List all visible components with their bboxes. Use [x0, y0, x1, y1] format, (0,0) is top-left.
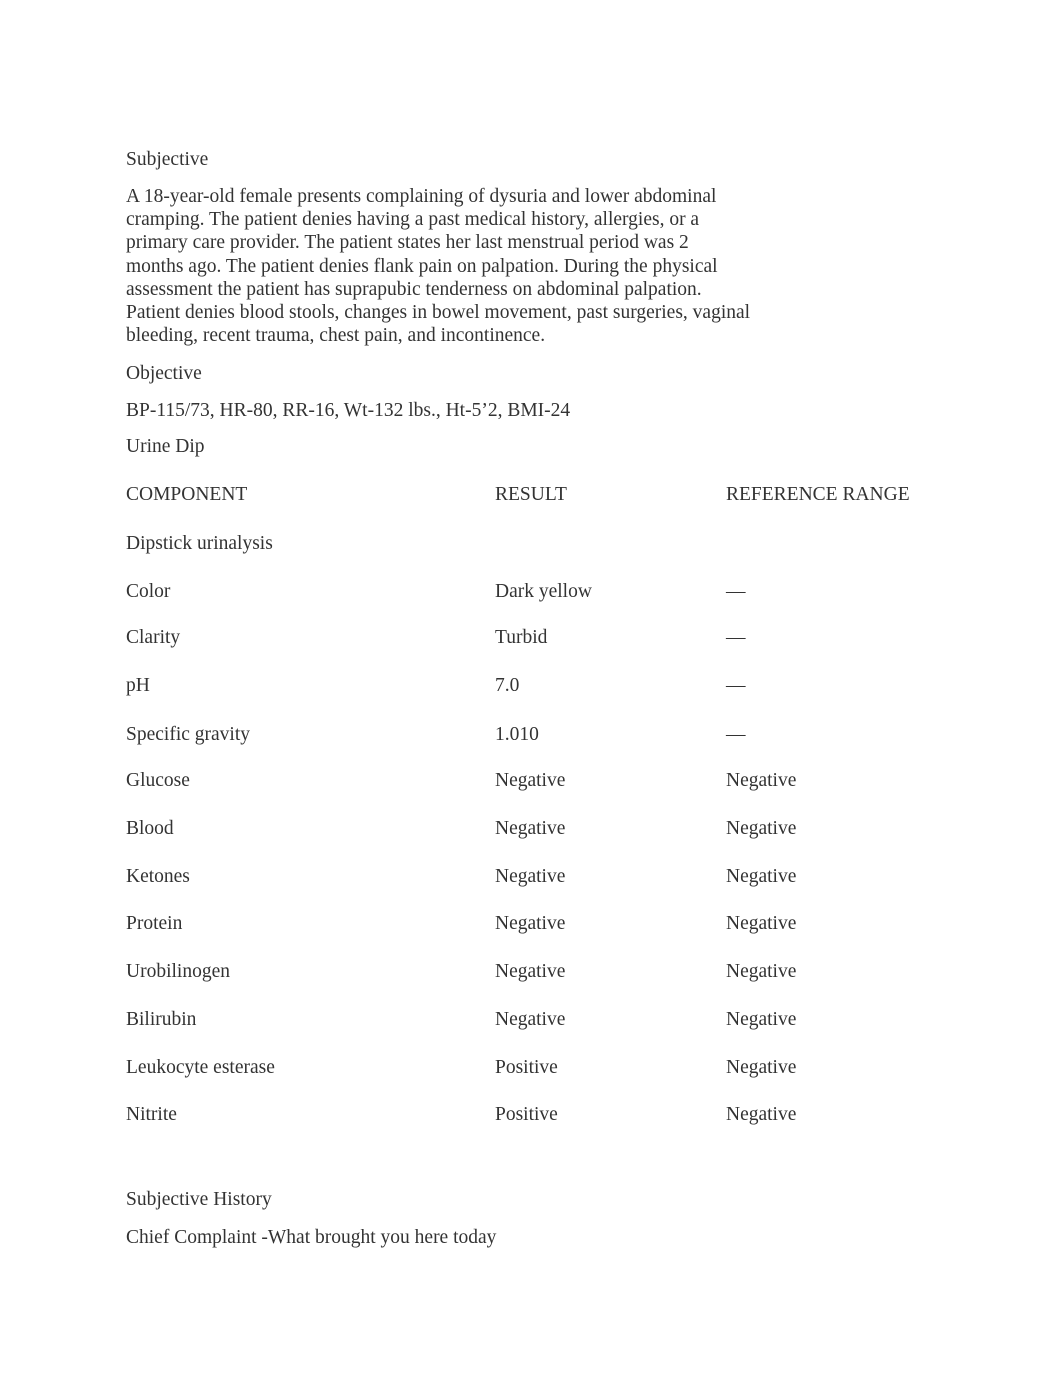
table-row: Nitrite Positive Negative — [126, 1103, 946, 1126]
table-row: Bilirubin Negative Negative — [126, 1008, 946, 1031]
row-reference: Negative — [726, 913, 797, 934]
row-component: Urobilinogen — [126, 961, 230, 982]
paragraph-line: A 18-year-old female presents complainin… — [126, 186, 717, 207]
row-component: Clarity — [126, 627, 181, 648]
paragraph-line: bleeding, recent trauma, chest pain, and… — [126, 325, 546, 347]
table-row: Blood Negative Negative — [126, 817, 946, 840]
table-row: Glucose Negative Negative — [126, 769, 946, 792]
row-result: Negative — [495, 818, 566, 839]
objective-heading: Objective — [126, 363, 202, 384]
row-component: pH — [126, 675, 150, 696]
subjective-heading: Subjective — [126, 149, 209, 170]
table-row: Color Dark yellow — — [126, 580, 946, 603]
paragraph-line: primary care provider. The patient state… — [126, 232, 689, 254]
row-component: Protein — [126, 913, 183, 934]
row-result: Dark yellow — [495, 581, 592, 602]
row-reference: — — [726, 675, 746, 696]
row-reference: Negative — [726, 866, 797, 887]
table-row: Urobilinogen Negative Negative — [126, 960, 946, 983]
table-row: Protein Negative Negative — [126, 912, 946, 935]
row-result: 1.010 — [495, 724, 539, 745]
row-component: Color — [126, 581, 171, 602]
subjective-history-heading: Subjective History — [126, 1189, 272, 1210]
row-component: Blood — [126, 818, 174, 839]
header-reference-range: REFERENCE RANGE — [726, 484, 910, 505]
paragraph-line: assessment the patient has suprapubic te… — [126, 278, 702, 300]
vitals-text: BP-115/73, HR-80, RR-16, Wt-132 lbs., Ht… — [126, 400, 571, 421]
row-reference: Negative — [726, 1009, 797, 1030]
lab-section-label: Dipstick urinalysis — [126, 533, 273, 554]
row-reference: Negative — [726, 818, 797, 839]
row-component: Nitrite — [126, 1104, 177, 1125]
row-result: Turbid — [495, 627, 548, 648]
lab-table-header: COMPONENT RESULT REFERENCE RANGE — [126, 483, 946, 506]
table-row: Specific gravity 1.010 — — [126, 723, 946, 746]
row-reference: Negative — [726, 1057, 797, 1078]
row-reference: Negative — [726, 961, 797, 982]
subjective-paragraph: A 18-year-old female presents complainin… — [126, 185, 776, 347]
row-result: Positive — [495, 1104, 558, 1125]
paragraph-line: Patient denies blood stools, changes in … — [126, 302, 751, 324]
table-row: Leukocyte esterase Positive Negative — [126, 1056, 946, 1079]
row-result: Negative — [495, 866, 566, 887]
header-result: RESULT — [495, 484, 567, 505]
row-component: Leukocyte esterase — [126, 1057, 275, 1078]
row-reference: — — [726, 724, 746, 745]
row-component: Bilirubin — [126, 1009, 197, 1030]
chief-complaint-prompt: Chief Complaint -What brought you here t… — [126, 1227, 497, 1248]
document-page: Subjective A 18-year-old female presents… — [0, 0, 1062, 1377]
row-component: Specific gravity — [126, 724, 250, 745]
row-result: Positive — [495, 1057, 558, 1078]
row-result: Negative — [495, 770, 566, 791]
row-result: Negative — [495, 961, 566, 982]
row-result: Negative — [495, 913, 566, 934]
row-reference: Negative — [726, 1104, 797, 1125]
row-component: Ketones — [126, 866, 190, 887]
row-reference: — — [726, 627, 746, 648]
urine-dip-label: Urine Dip — [126, 436, 205, 457]
table-row: Clarity Turbid — — [126, 626, 946, 649]
paragraph-line: months ago. The patient denies flank pai… — [126, 255, 718, 277]
table-row: Ketones Negative Negative — [126, 865, 946, 888]
row-component: Glucose — [126, 770, 190, 791]
table-row: pH 7.0 — — [126, 674, 946, 697]
header-component: COMPONENT — [126, 484, 248, 505]
row-result: Negative — [495, 1009, 566, 1030]
row-reference: Negative — [726, 770, 797, 791]
row-reference: — — [726, 581, 746, 602]
row-result: 7.0 — [495, 675, 520, 696]
paragraph-line: cramping. The patient denies having a pa… — [126, 209, 700, 231]
